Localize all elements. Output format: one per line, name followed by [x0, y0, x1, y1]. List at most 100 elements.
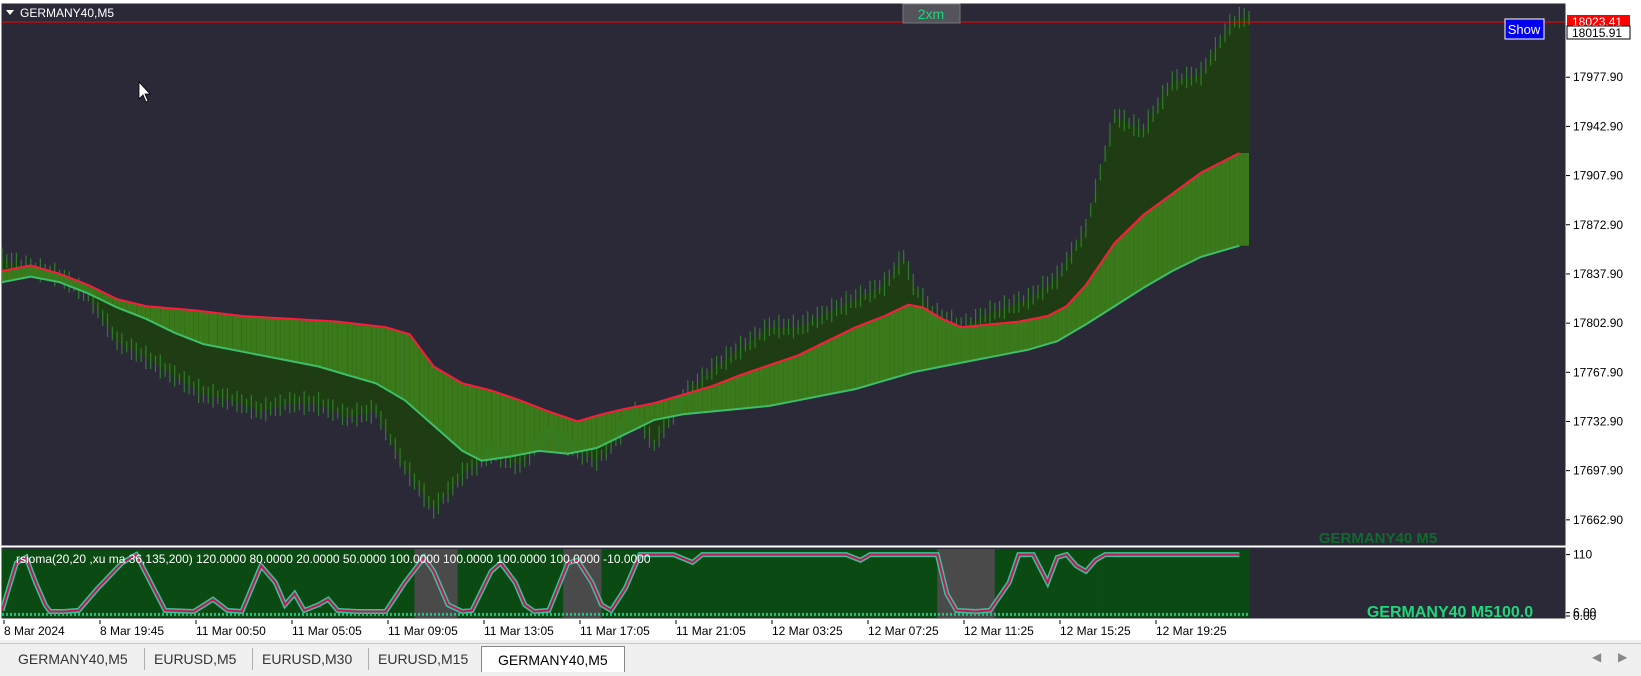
ma-band-segment [692, 390, 698, 414]
indicator-tick-label: 0.00 [1573, 609, 1597, 623]
ma-band-segment [1196, 172, 1202, 260]
price-band-segment [798, 324, 803, 356]
ma-band-segment [539, 407, 544, 452]
ma-band-segment [942, 318, 947, 367]
ma-band-segment [798, 352, 803, 401]
ma-band-segment [582, 418, 588, 451]
indicator-block [1239, 549, 1245, 618]
tab-scroll-right-icon[interactable]: ▶ [1618, 650, 1627, 664]
price-band-segment [759, 330, 765, 369]
ma-band-segment [1162, 197, 1168, 277]
ma-band-segment [1057, 308, 1062, 342]
ma-band-segment [558, 414, 564, 454]
ma-band-segment [165, 307, 170, 331]
ma-band-segment [424, 353, 429, 422]
ma-band-segment [1028, 318, 1034, 350]
ma-band-segment [846, 329, 851, 391]
ma-band-segment [759, 366, 765, 407]
price-band-segment [716, 362, 722, 385]
indicator-title: rsioma(20,20 ,xu ma 36,135,200) 120.0000… [16, 552, 651, 566]
ma-band-segment [515, 398, 520, 456]
indicator-block [745, 549, 751, 618]
tab-germany40-m5[interactable]: GERMANY40,M5 [2, 648, 145, 670]
ma-band-segment [663, 398, 669, 419]
price-band-segment [850, 299, 856, 330]
ma-band-segment [265, 317, 271, 358]
show-button[interactable]: Show [1508, 22, 1541, 37]
time-tick-label: 12 Mar 07:25 [868, 624, 939, 638]
price-tick-label: 17697.90 [1573, 464, 1623, 478]
indicator-block [721, 549, 727, 618]
indicator-block [879, 549, 886, 618]
price-band-segment [774, 327, 779, 364]
ma-band-segment [1100, 256, 1106, 316]
ma-band-segment [524, 402, 530, 454]
indicator-block [1220, 549, 1226, 618]
main-chart[interactable]: GERMANY40,M5 2xm Show 17977.9017942.9017… [0, 0, 1641, 640]
indicator-axis[interactable]: 1106.000.00 [1566, 548, 1597, 623]
price-band-segment [1018, 300, 1024, 322]
ma-band-segment [836, 334, 842, 393]
ma-band-segment [347, 322, 353, 377]
price-band-segment [1071, 245, 1077, 301]
tab-eurusd-m5[interactable]: EURUSD,M5 [138, 648, 254, 670]
time-tick-label: 11 Mar 09:05 [388, 624, 458, 638]
indicator-block [994, 549, 1001, 618]
tab-eurusd-m15[interactable]: EURUSD,M15 [362, 648, 486, 670]
price-band-segment [1172, 80, 1178, 194]
price-band-segment [999, 307, 1005, 324]
ma-band-segment [337, 321, 343, 374]
price-band-segment [898, 256, 904, 310]
indicator-block [841, 549, 847, 618]
ma-band-segment [361, 324, 367, 381]
indicator-block [908, 549, 914, 618]
tab-eurusd-m30[interactable]: EURUSD,M30 [246, 648, 370, 670]
ma-band-segment [879, 315, 885, 382]
ma-band-segment [457, 380, 463, 451]
ma-band-segment [1177, 186, 1182, 269]
tab-scroll-left-icon[interactable]: ◀ [1592, 650, 1601, 664]
main-plot-background [0, 2, 1567, 547]
ma-band-segment [966, 326, 971, 362]
indicator-block [1167, 549, 1173, 618]
price-band-segment [1109, 116, 1115, 250]
ma-band-segment [841, 331, 847, 392]
price-band-segment [735, 348, 741, 377]
price-tick-label: 17767.90 [1573, 365, 1623, 379]
price-axis[interactable]: 17977.90 17942.90 17907.90 17872.90 17837.90… [1566, 70, 1623, 527]
ma-band-segment [1191, 176, 1197, 262]
time-axis[interactable]: 8 Mar 2024 8 Mar 19:45 11 Mar 00:50 11 Mar … [3, 620, 1227, 638]
ma-band-segment [913, 305, 919, 373]
ma-band-segment [323, 320, 329, 370]
indicator-block [1085, 549, 1092, 618]
timeframe-button[interactable]: 2xm [918, 6, 944, 22]
price-band-segment [807, 320, 813, 351]
ma-band-segment [1167, 193, 1173, 274]
ma-band-segment [496, 392, 501, 459]
ma-band-segment [1109, 242, 1115, 310]
tab-germany40-m5-active[interactable]: GERMANY40,M5 [481, 646, 625, 672]
indicator-block [740, 549, 747, 618]
price-band-segment [1196, 74, 1202, 177]
indicator-block [764, 549, 770, 618]
ma-band-segment [500, 393, 506, 458]
ma-band-segment [884, 313, 890, 381]
ma-band-segment [1133, 219, 1139, 294]
indicator-block [711, 549, 718, 618]
ma-band-segment [510, 396, 516, 457]
ma-band-segment [1143, 211, 1149, 288]
time-tick-label: 8 Mar 2024 [4, 624, 65, 638]
price-band-segment [1076, 237, 1082, 296]
indicator-block [1138, 549, 1145, 618]
ma-band-segment [898, 306, 904, 377]
ma-band-segment [400, 331, 405, 401]
ma-band-segment [1114, 238, 1120, 307]
ma-band-segment [280, 318, 285, 360]
time-tick-label: 11 Mar 21:05 [676, 624, 746, 638]
ma-band-segment [409, 334, 415, 409]
ma-band-segment [697, 389, 703, 413]
price-tick-label: 17942.90 [1573, 119, 1623, 133]
ma-band-segment [304, 319, 309, 365]
indicator-block [731, 549, 737, 618]
ma-band-segment [1220, 160, 1226, 252]
